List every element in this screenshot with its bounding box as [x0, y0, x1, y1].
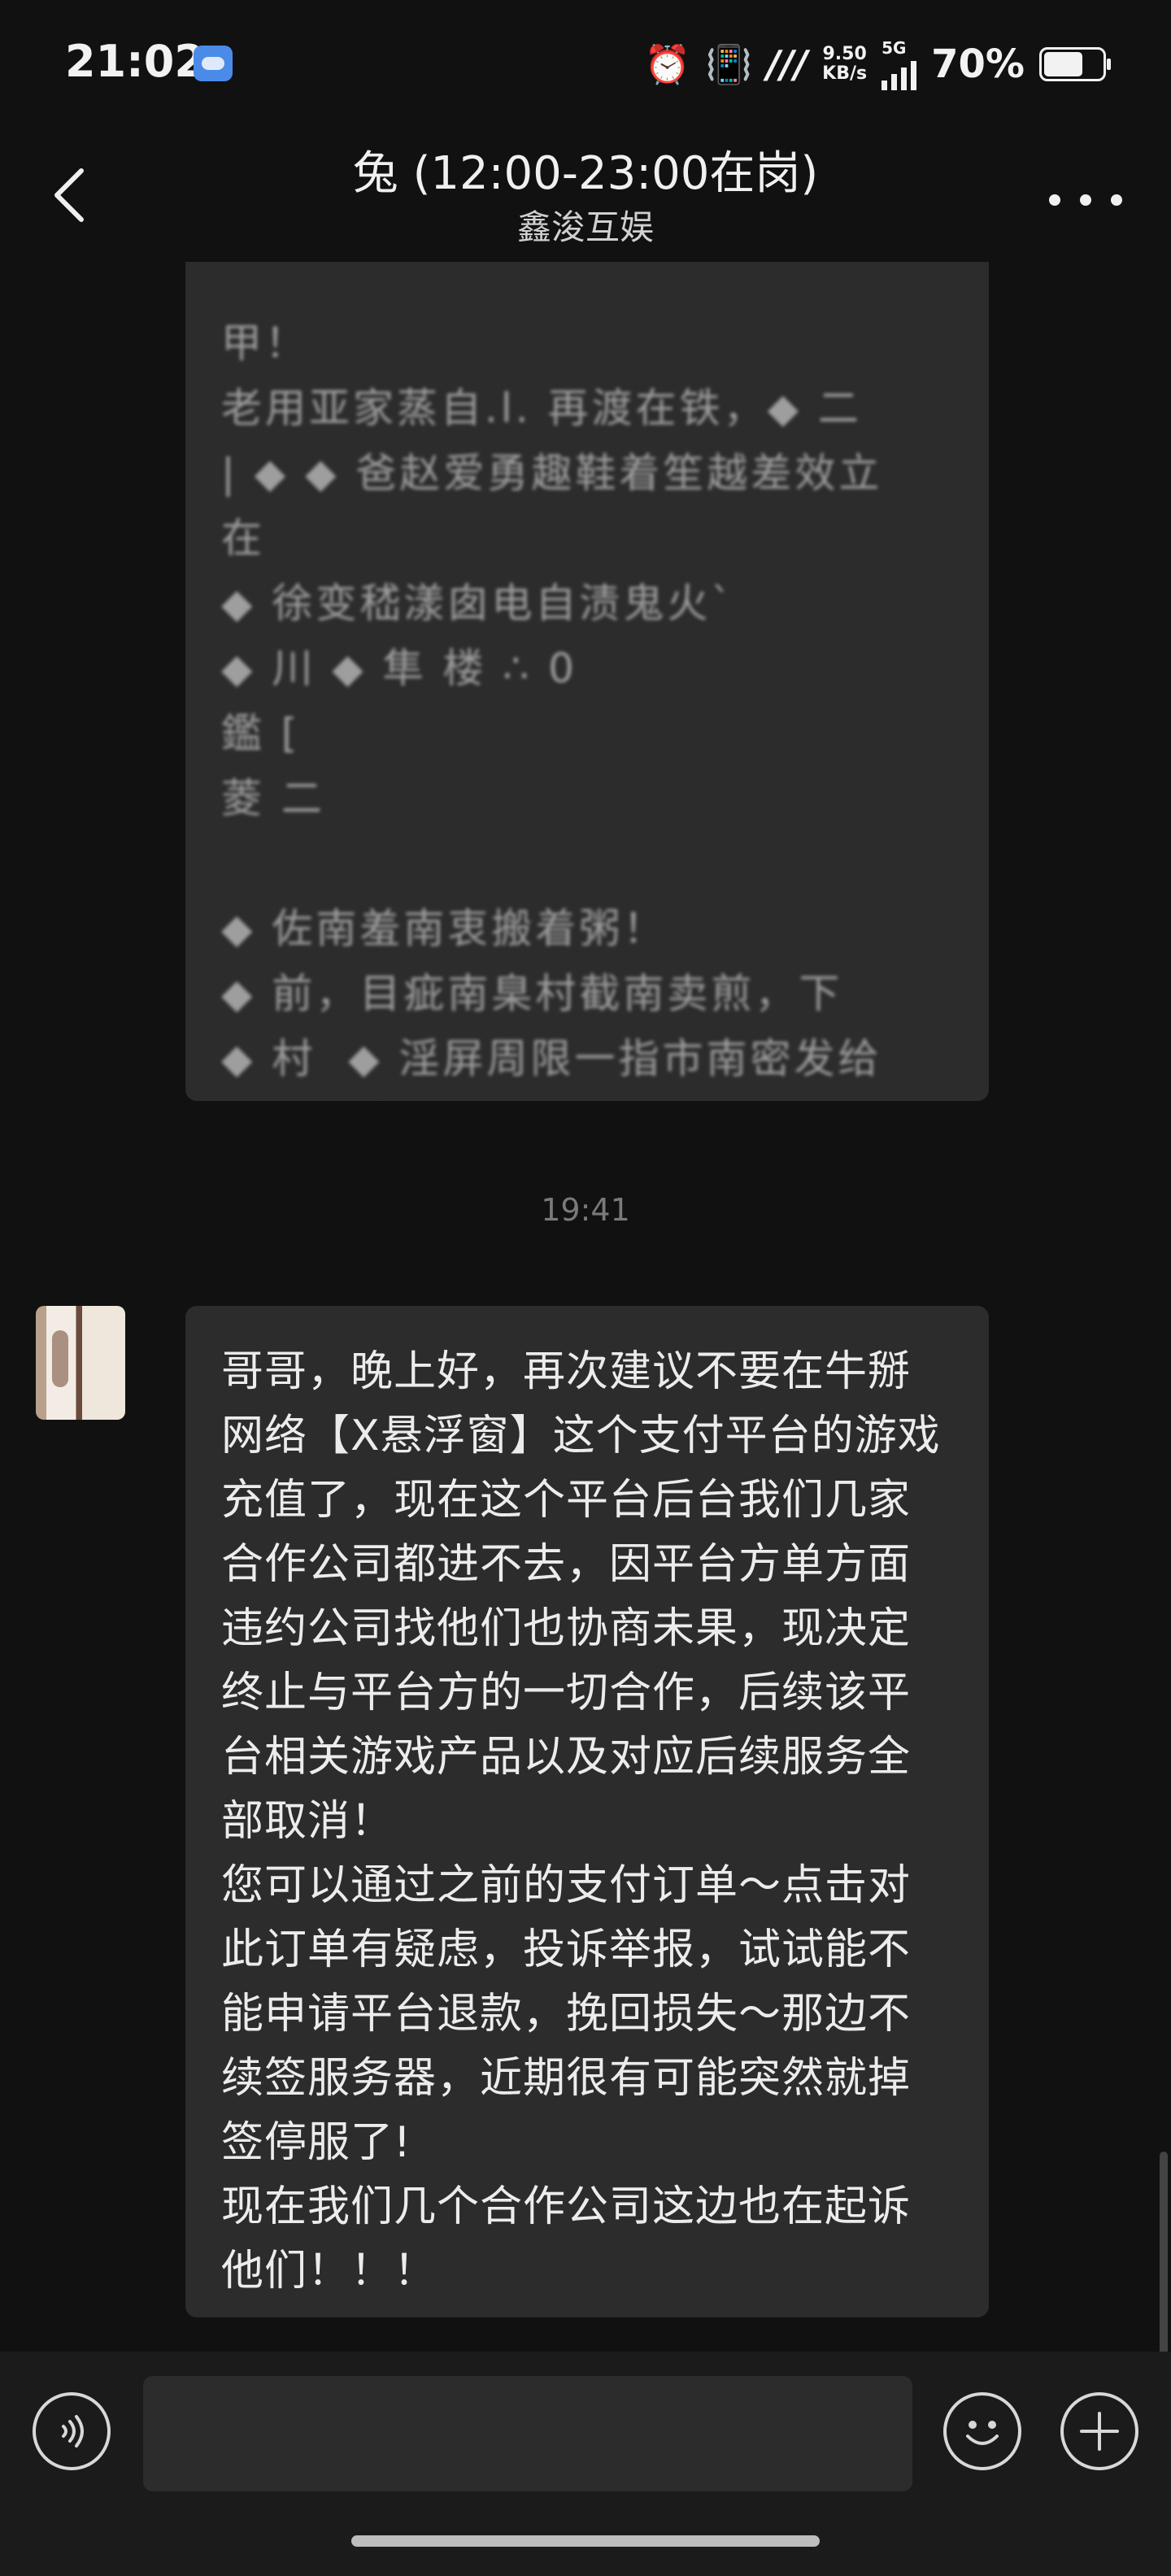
voice-icon: [62, 2415, 84, 2448]
vibrate-icon: 📳: [705, 42, 752, 86]
battery-icon: [1039, 47, 1111, 81]
signal-icon: 5G: [882, 38, 917, 90]
emoji-button[interactable]: [943, 2392, 1021, 2470]
status-icons: ⏰ 📳 /// 9.50 KB/s 5G 70%: [644, 36, 1111, 93]
net-speed-unit: KB/s: [822, 63, 868, 84]
chat-header: 兔 (12:00-23:00在岗) 鑫浚互娱: [0, 130, 1171, 260]
message-text-blurred: 甲！ 老用亚家蒸自.l. 再渡在铁，◆ 二 | ◆ ◆ 爸赵爱勇趣鞋着笙越差效立…: [221, 320, 883, 1101]
net-speed-value: 9.50: [822, 44, 867, 64]
emoji-icon: [966, 2421, 999, 2445]
more-dot-icon: [1049, 194, 1060, 206]
message-input[interactable]: [143, 2376, 912, 2491]
nfc-icon: ///: [766, 42, 808, 86]
status-bar: 21:02 ⏰ 📳 /// 9.50 KB/s 5G 70%: [0, 0, 1171, 130]
more-options-button[interactable]: [1049, 176, 1122, 224]
signal-bars: [882, 58, 917, 90]
status-time: 21:02: [65, 36, 205, 87]
network-type: 5G: [882, 38, 907, 58]
message-timestamp: 19:41: [541, 1192, 630, 1228]
chat-subtitle: 鑫浚互娱: [516, 207, 654, 247]
net-speed: 9.50 KB/s: [822, 45, 867, 84]
message-bubble-previous[interactable]: 甲！ 老用亚家蒸自.l. 再渡在铁，◆ 二 | ◆ ◆ 爸赵爱勇趣鞋着笙越差效立…: [185, 262, 989, 1101]
home-indicator[interactable]: [351, 2535, 820, 2547]
message-bubble[interactable]: 哥哥，晚上好，再次建议不要在牛掰网络【X悬浮窗】这个支付平台的游戏充值了，现在这…: [185, 1306, 989, 2317]
voice-input-button[interactable]: [33, 2392, 111, 2470]
avatar[interactable]: [36, 1306, 125, 1420]
more-dot-icon: [1111, 194, 1122, 206]
scrollbar[interactable]: [1160, 2152, 1168, 2355]
alarm-icon: ⏰: [644, 42, 691, 86]
plus-icon: [1080, 2412, 1119, 2451]
input-bar: [0, 2352, 1171, 2576]
more-dot-icon: [1080, 194, 1091, 206]
chat-title: 兔 (12:00-23:00在岗): [352, 147, 819, 200]
more-actions-button[interactable]: [1060, 2392, 1138, 2470]
message-text: 哥哥，晚上好，再次建议不要在牛掰网络【X悬浮窗】这个支付平台的游戏充值了，现在这…: [221, 1347, 941, 2295]
battery-percent: 70%: [931, 41, 1025, 87]
notification-app-icon: [194, 46, 233, 81]
